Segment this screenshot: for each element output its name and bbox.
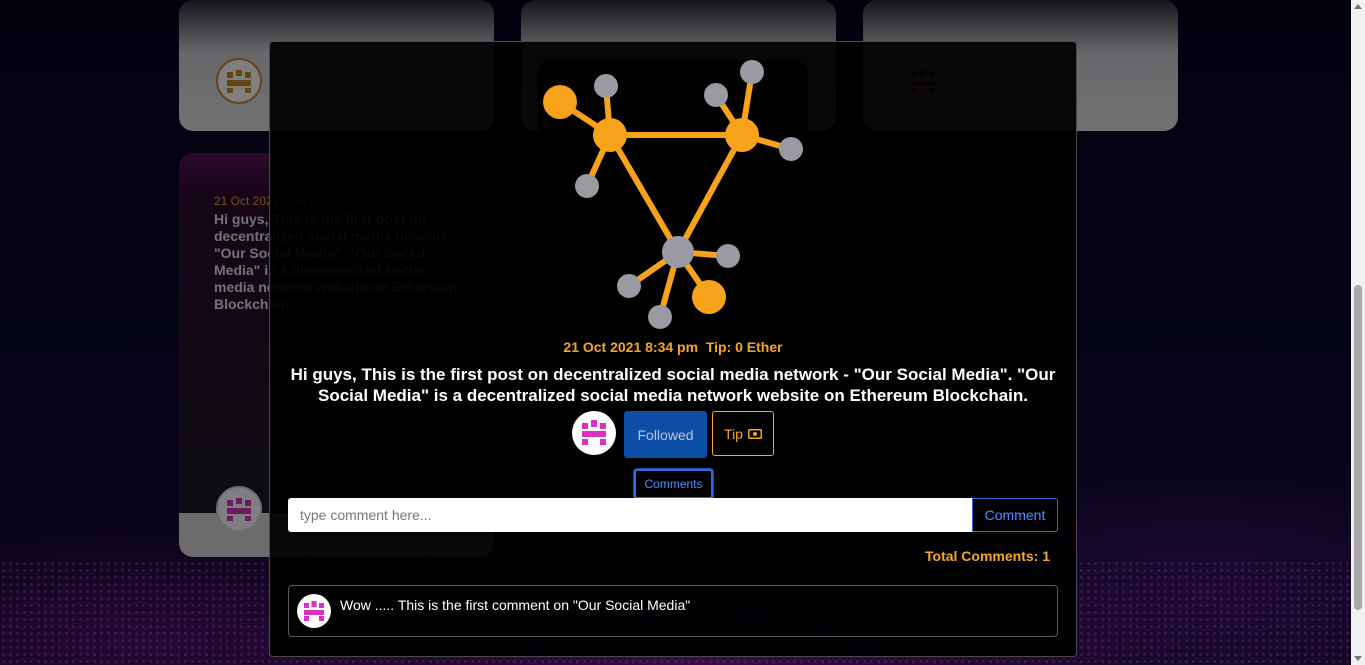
post-tip-amount: Tip: 0 Ether bbox=[705, 339, 783, 355]
page-scrollbar[interactable] bbox=[1351, 0, 1365, 665]
avatar-identicon-icon bbox=[304, 601, 324, 621]
tip-button-label: Tip bbox=[724, 425, 743, 442]
post-meta: 21 Oct 2021 8:34 pm Tip: 0 Ether bbox=[270, 339, 1076, 355]
comment-input[interactable] bbox=[288, 498, 972, 532]
molecule-network-icon bbox=[543, 60, 803, 329]
tip-button[interactable]: Tip bbox=[712, 411, 774, 456]
author-avatar[interactable] bbox=[572, 411, 616, 455]
comment-text: Wow ..... This is the first comment on "… bbox=[340, 597, 691, 613]
comments-toggle-button[interactable]: Comments bbox=[634, 469, 713, 499]
cash-icon bbox=[747, 428, 762, 439]
total-comments: Total Comments: 1 bbox=[925, 548, 1050, 564]
scrollbar-thumb[interactable] bbox=[1354, 285, 1362, 610]
comment-submit-button[interactable]: Comment bbox=[972, 498, 1058, 532]
scroll-up-icon[interactable] bbox=[1354, 4, 1362, 9]
post-text: Hi guys, This is the first post on decen… bbox=[290, 365, 1056, 405]
follow-button[interactable]: Followed bbox=[624, 411, 707, 458]
post-modal: 21 Oct 2021 8:34 pm Tip: 0 Ether Hi guys… bbox=[269, 41, 1077, 657]
post-image bbox=[538, 60, 808, 335]
comment-avatar[interactable] bbox=[297, 594, 331, 628]
comment-item: Wow ..... This is the first comment on "… bbox=[288, 585, 1058, 637]
scroll-down-icon[interactable] bbox=[1354, 656, 1362, 661]
avatar-identicon-icon bbox=[582, 420, 606, 445]
post-date: 21 Oct 2021 8:34 pm bbox=[563, 339, 699, 355]
